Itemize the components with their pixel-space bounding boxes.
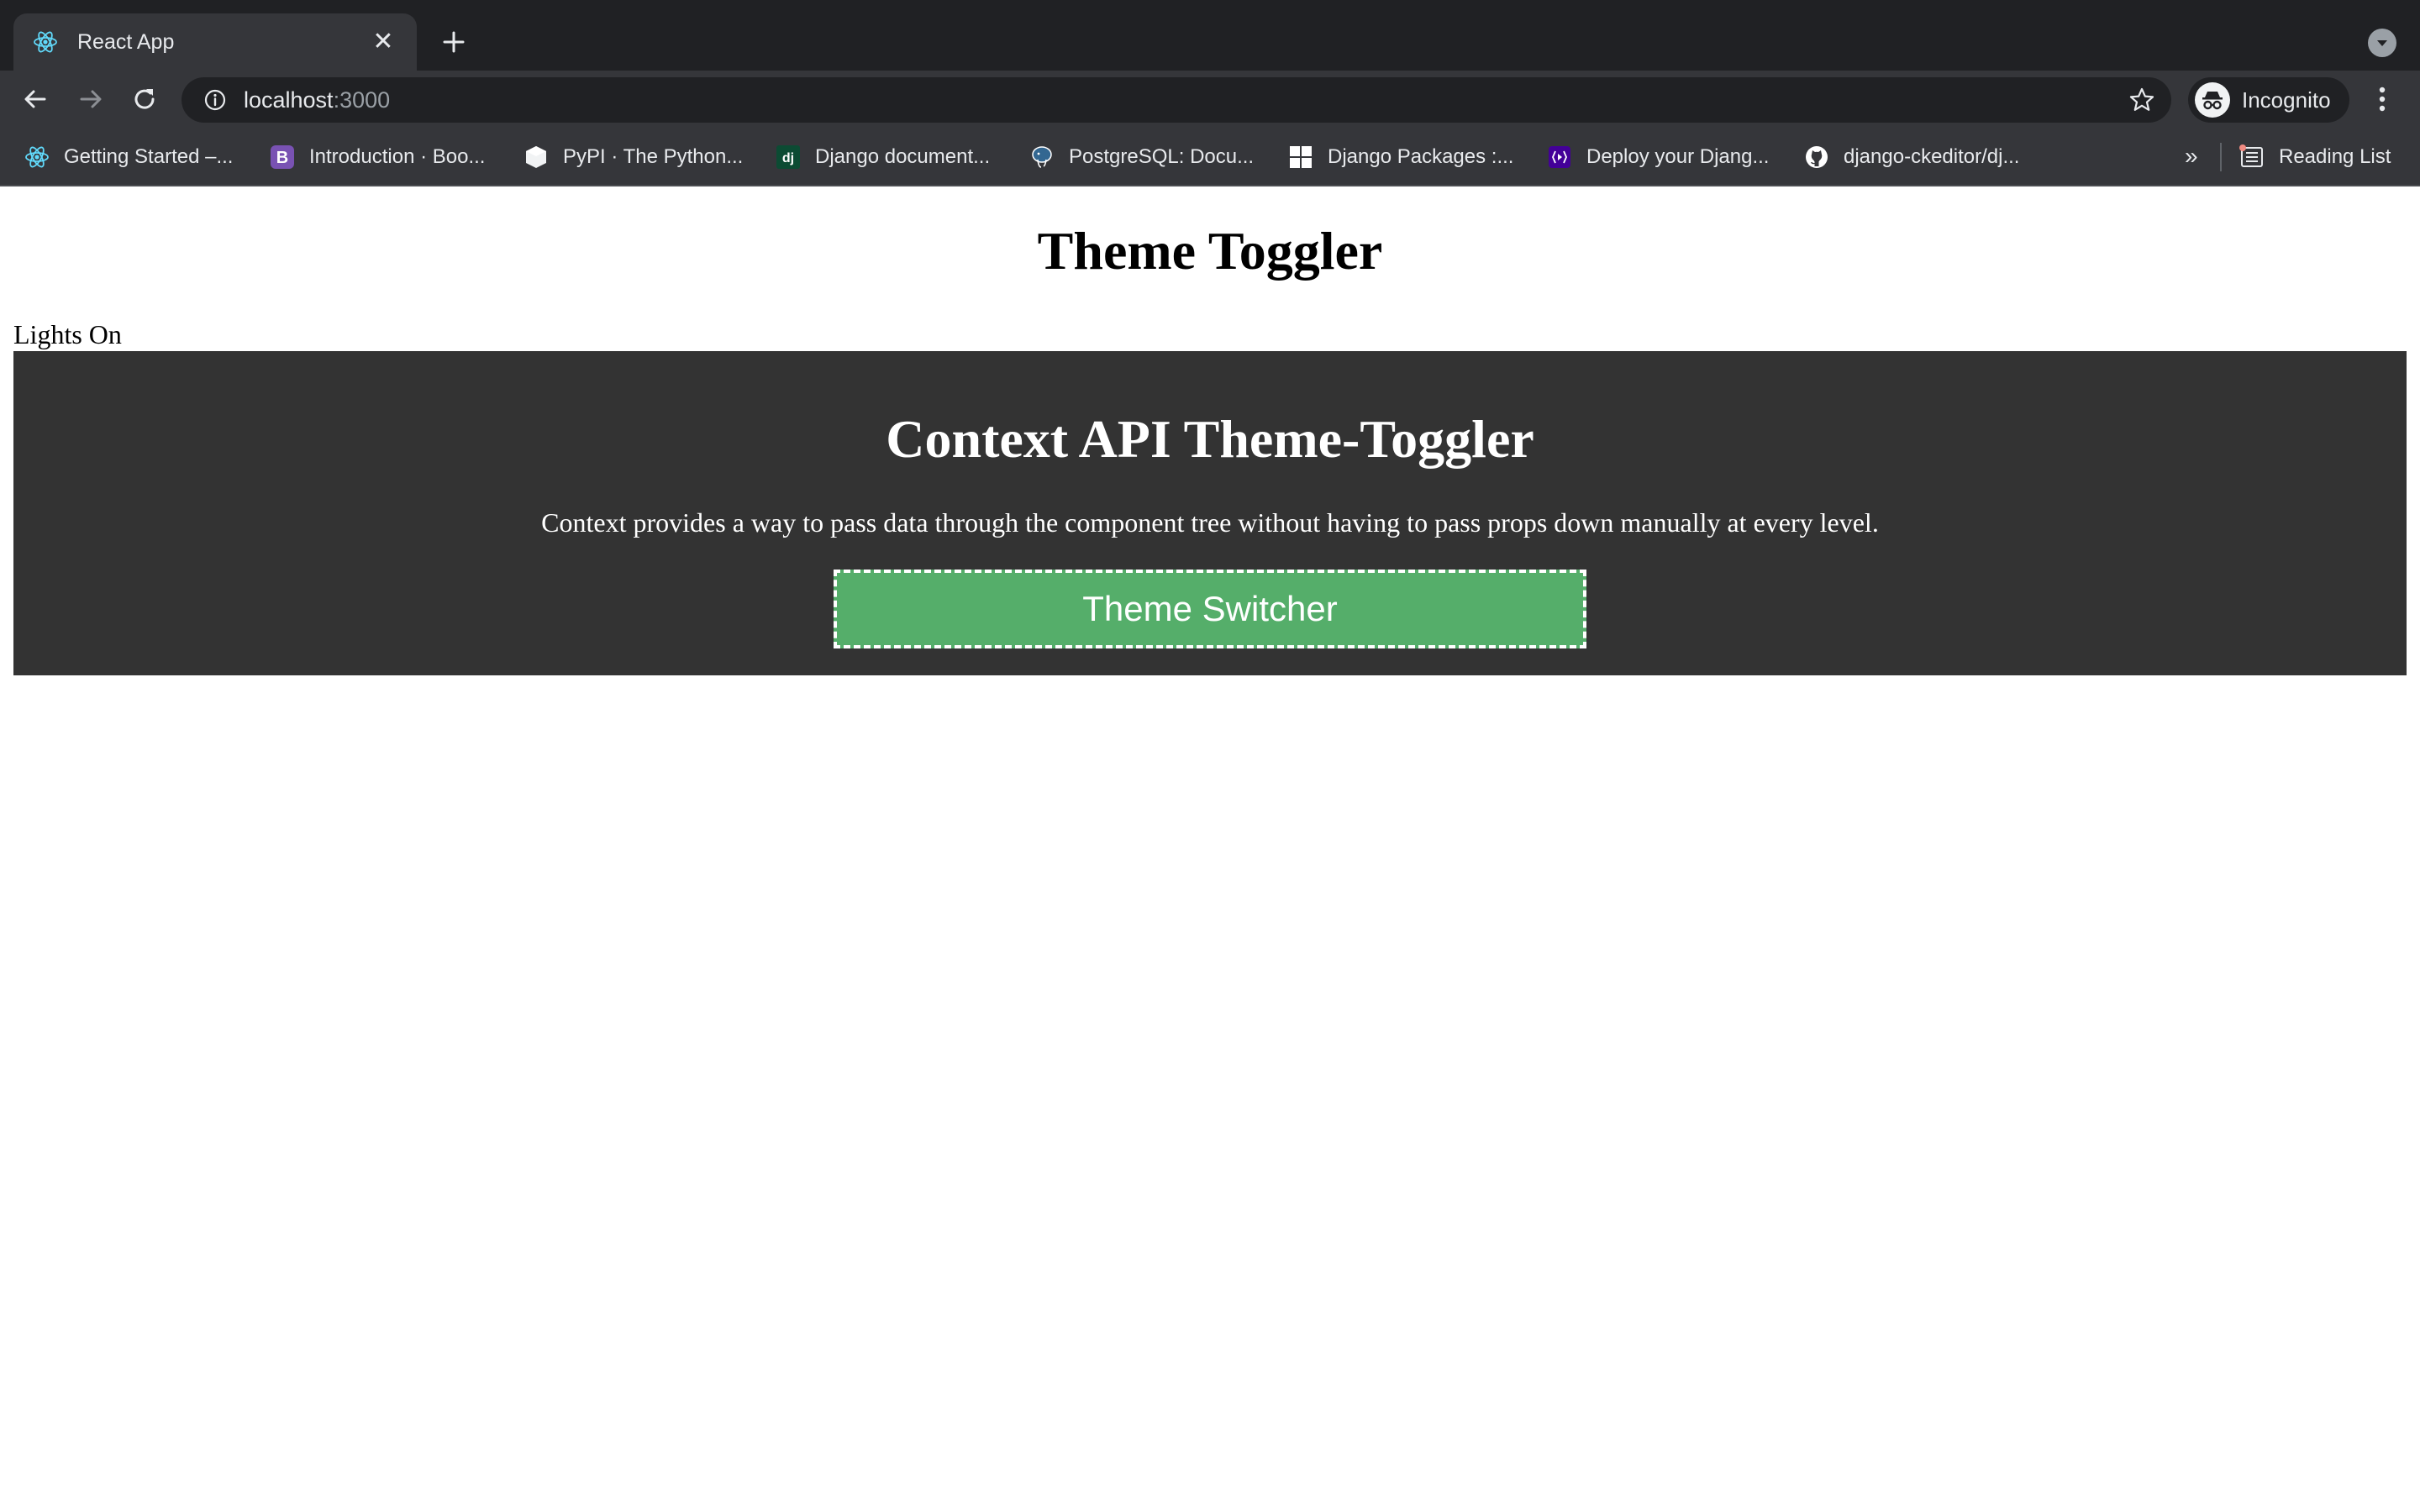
bookmark-label: PostgreSQL: Docu... (1069, 145, 1255, 168)
back-arrow-icon (24, 90, 46, 108)
new-tab-button[interactable] (435, 24, 472, 60)
svg-text:dj: dj (782, 151, 794, 165)
bookmark-label: django-ckeditor/dj... (1844, 145, 2020, 168)
more-vert-icon (2379, 87, 2386, 112)
bookmark-postgresql[interactable]: PostgreSQL: Docu... (1028, 140, 1254, 174)
bookmark-django-docs[interactable]: dj Django document... (775, 140, 990, 174)
pypi-icon (523, 144, 550, 171)
bookmark-github-ckeditor[interactable]: django-ckeditor/dj... (1803, 140, 2019, 174)
tab-title: React App (77, 29, 175, 54)
reload-button[interactable] (124, 79, 165, 119)
bookmark-pypi[interactable]: PyPI · The Python... (523, 140, 743, 174)
tab-search-button[interactable] (2368, 29, 2396, 57)
theme-status-text: Lights On (13, 319, 122, 349)
bookmark-bootstrap[interactable]: B Introduction · Boo... (269, 140, 485, 174)
incognito-label: Incognito (2242, 87, 2331, 113)
react-icon (32, 29, 59, 55)
tab-react-app[interactable]: React App ✕ (13, 13, 417, 71)
url-host: localhost (244, 87, 334, 113)
incognito-icon (2195, 82, 2230, 118)
forward-button[interactable] (71, 79, 111, 119)
bookmark-deploy[interactable]: Deploy your Djang... (1546, 140, 1769, 174)
incognito-profile-button[interactable]: Incognito (2188, 77, 2349, 123)
browser-toolbar: localhost:3000 Incognito (0, 71, 2420, 128)
forward-arrow-icon (80, 90, 102, 108)
chevron-down-icon (2377, 40, 2387, 46)
page-title: Theme Toggler (1037, 221, 1383, 281)
address-bar[interactable]: localhost:3000 (182, 77, 2171, 123)
back-button[interactable] (15, 79, 55, 119)
panel-title: Context API Theme-Toggler (886, 409, 1534, 469)
svg-text:B: B (276, 149, 288, 167)
react-icon (24, 144, 50, 171)
theme-panel: Context API Theme-Toggler Context provid… (13, 351, 2407, 675)
bookmark-label: Introduction · Boo... (309, 145, 486, 168)
django-packages-icon (1287, 144, 1314, 171)
bookmark-label: Django document... (815, 145, 991, 168)
reload-icon (134, 89, 155, 109)
bookmark-label: PyPI · The Python... (563, 145, 744, 168)
bookmark-label: Getting Started –... (64, 145, 234, 168)
url-port: :3000 (333, 87, 391, 113)
bookmark-django-packages[interactable]: Django Packages :... (1287, 140, 1513, 174)
browser-menu-button[interactable] (2368, 79, 2396, 119)
postgresql-icon (1028, 144, 1055, 171)
bookmark-label: Django Packages :... (1328, 145, 1514, 168)
bookmarks-bar: Getting Started –... B Introduction · Bo… (0, 128, 2420, 186)
bookmarks-overflow-button[interactable]: » (2185, 143, 2198, 170)
page-content: Theme Toggler Lights On Context API Them… (0, 186, 2420, 1512)
reading-list-label: Reading List (2279, 145, 2391, 168)
bookmark-star-icon[interactable] (2128, 86, 2156, 114)
github-icon (1803, 144, 1830, 171)
bootstrap-icon: B (269, 144, 296, 171)
info-icon[interactable] (202, 87, 229, 113)
tab-strip: React App ✕ (0, 0, 2420, 71)
deploy-icon (1546, 144, 1573, 171)
bookmarks-divider (2220, 143, 2222, 171)
panel-description: Context provides a way to pass data thro… (541, 507, 1879, 538)
reading-list-icon (2238, 144, 2265, 171)
url-text: localhost:3000 (244, 87, 390, 113)
bookmark-label: Deploy your Djang... (1586, 145, 1770, 168)
bookmark-getting-started[interactable]: Getting Started –... (24, 140, 233, 174)
theme-switcher-button[interactable]: Theme Switcher (834, 570, 1586, 648)
plus-icon (443, 31, 465, 53)
reading-list-button[interactable]: Reading List (2238, 140, 2391, 174)
django-icon: dj (775, 144, 802, 171)
close-icon[interactable]: ✕ (368, 27, 398, 57)
